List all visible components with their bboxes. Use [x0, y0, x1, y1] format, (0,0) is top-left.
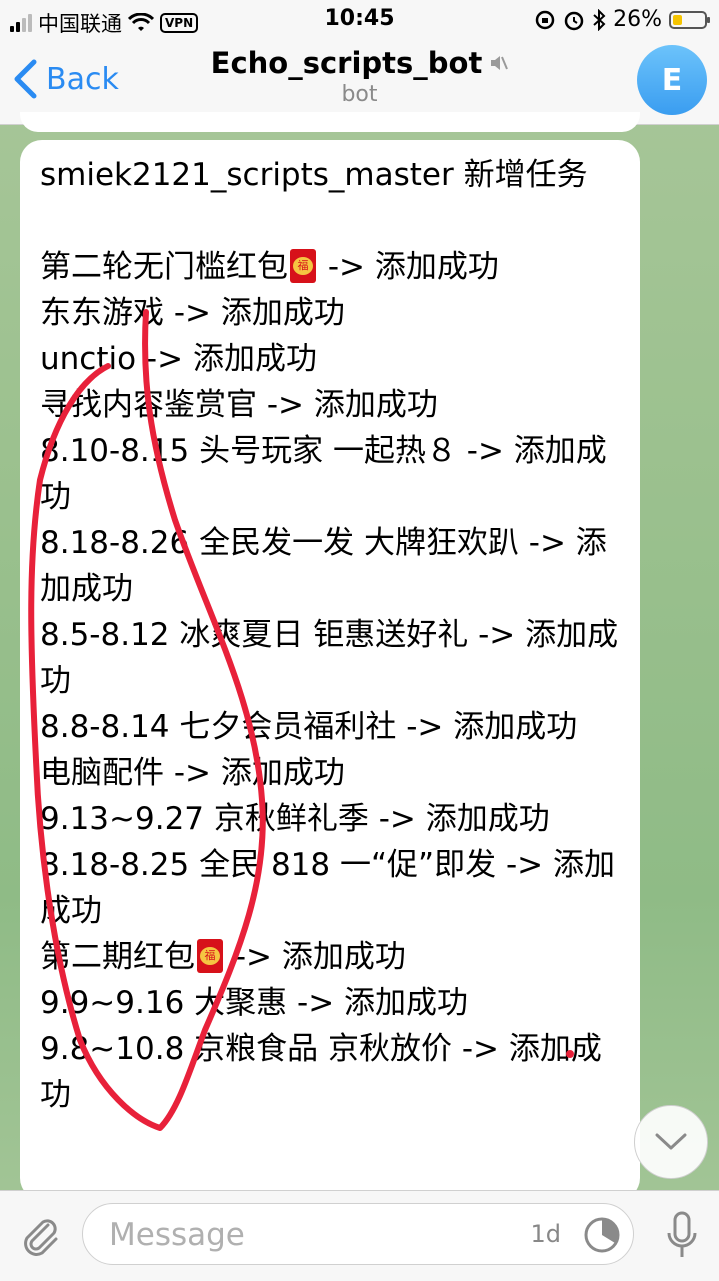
chat-subtitle: bot	[341, 82, 378, 107]
alarm-icon	[564, 11, 584, 30]
message-line: 寻找内容鉴赏官 -> 添加成功	[40, 387, 438, 423]
battery-percent: 26%	[613, 7, 662, 32]
message-line: 9.9~9.16 大聚惠 -> 添加成功	[40, 985, 469, 1021]
previous-message-bubble	[20, 112, 640, 132]
message-line: 8.10-8.15 头号玩家 一起热８ -> 添加成功	[40, 433, 607, 515]
self-destruct-timer-label[interactable]: 1d	[530, 1220, 561, 1248]
avatar[interactable]: E	[637, 45, 707, 115]
message-line: 8.8-8.14 七夕会员福利社 -> 添加成功	[40, 709, 578, 745]
message-line: 8.18-8.25 全民 818 一“促”即发 -> 添加成功	[40, 847, 615, 929]
message-line: 第二期红包 -> 添加成功	[40, 934, 620, 980]
message-line: 电脑配件 -> 添加成功	[40, 755, 345, 791]
message-line: unctio -> 添加成功	[40, 341, 317, 377]
scroll-down-button[interactable]	[634, 1105, 708, 1179]
red-packet-emoji	[290, 249, 316, 283]
chat-title: Echo_scripts_bot	[210, 46, 483, 80]
message-line: 8.18-8.26 全民发一发 大牌狂欢趴 -> 添加成功	[40, 525, 607, 607]
message-bubble[interactable]: smiek2121_scripts_master 新增任务 第二轮无门槛红包 -…	[20, 140, 640, 1200]
battery-icon	[669, 10, 710, 29]
message-line: smiek2121_scripts_master 新增任务	[40, 157, 588, 193]
message-line: 8.5-8.12 冰爽夏日 钜惠送好礼 -> 添加成功	[40, 617, 619, 699]
message-input[interactable]	[107, 1212, 511, 1258]
message-field: 1d	[82, 1203, 634, 1265]
message-line	[40, 198, 620, 244]
message-line: 9.8~10.8 京粮食品 京秋放价 -> 添加成功	[40, 1031, 602, 1113]
paperclip-icon[interactable]	[18, 1213, 64, 1259]
timer-icon[interactable]	[581, 1214, 623, 1256]
red-packet-emoji	[197, 939, 223, 973]
microphone-icon[interactable]	[665, 1209, 699, 1263]
message-line: 9.13~9.27 京秋鲜礼季 -> 添加成功	[40, 801, 550, 837]
chevron-down-icon	[655, 1133, 687, 1150]
message-line: 东东游戏 -> 添加成功	[40, 295, 345, 331]
status-bar: 中国联通 VPN 10:45 26%	[0, 0, 719, 40]
rotation-lock-icon	[535, 10, 555, 29]
bluetooth-icon	[593, 8, 606, 31]
message-line: 第二轮无门槛红包 -> 添加成功	[40, 244, 620, 290]
message-text: smiek2121_scripts_master 新增任务 第二轮无门槛红包 -…	[20, 140, 640, 1118]
status-right: 26%	[534, 7, 710, 32]
muted-icon	[488, 46, 509, 80]
input-bar: 1d	[0, 1190, 719, 1281]
chat-title-area[interactable]: Echo_scripts_bot bot	[0, 46, 719, 107]
